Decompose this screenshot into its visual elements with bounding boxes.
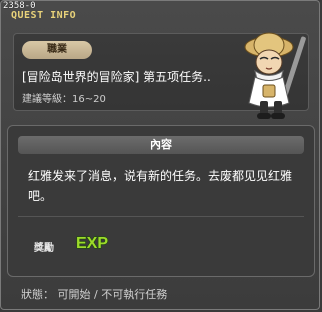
npc-portrait (244, 32, 306, 119)
reward-section: 獎勵 EXP (18, 216, 304, 267)
content-header: 內容 (18, 136, 304, 154)
exp-icon: EXP (76, 234, 109, 252)
window-title: QUEST INFO (11, 10, 77, 21)
quest-status: 狀態： 可開始 / 不可執行任務 (21, 288, 168, 301)
quest-info-window: 2358-0 QUEST INFO 職業 [冒险岛世界的冒险家] 第五项任务..… (0, 0, 320, 310)
recommended-level: 建議等級：16~20 (22, 94, 106, 105)
quest-content-panel: 內容 红雅发来了消息，说有新的任务。去废都见见红雅吧。 獎勵 EXP (7, 125, 315, 277)
job-badge: 職業 (22, 41, 92, 59)
reward-label: 獎勵 (34, 243, 54, 254)
exp-icon-text: EXP (76, 235, 108, 252)
content-text: 红雅发来了消息，说有新的任务。去废都见见红雅吧。 (28, 169, 293, 203)
quest-name: [冒险岛世界的冒险家] 第五项任务.. (22, 70, 211, 84)
